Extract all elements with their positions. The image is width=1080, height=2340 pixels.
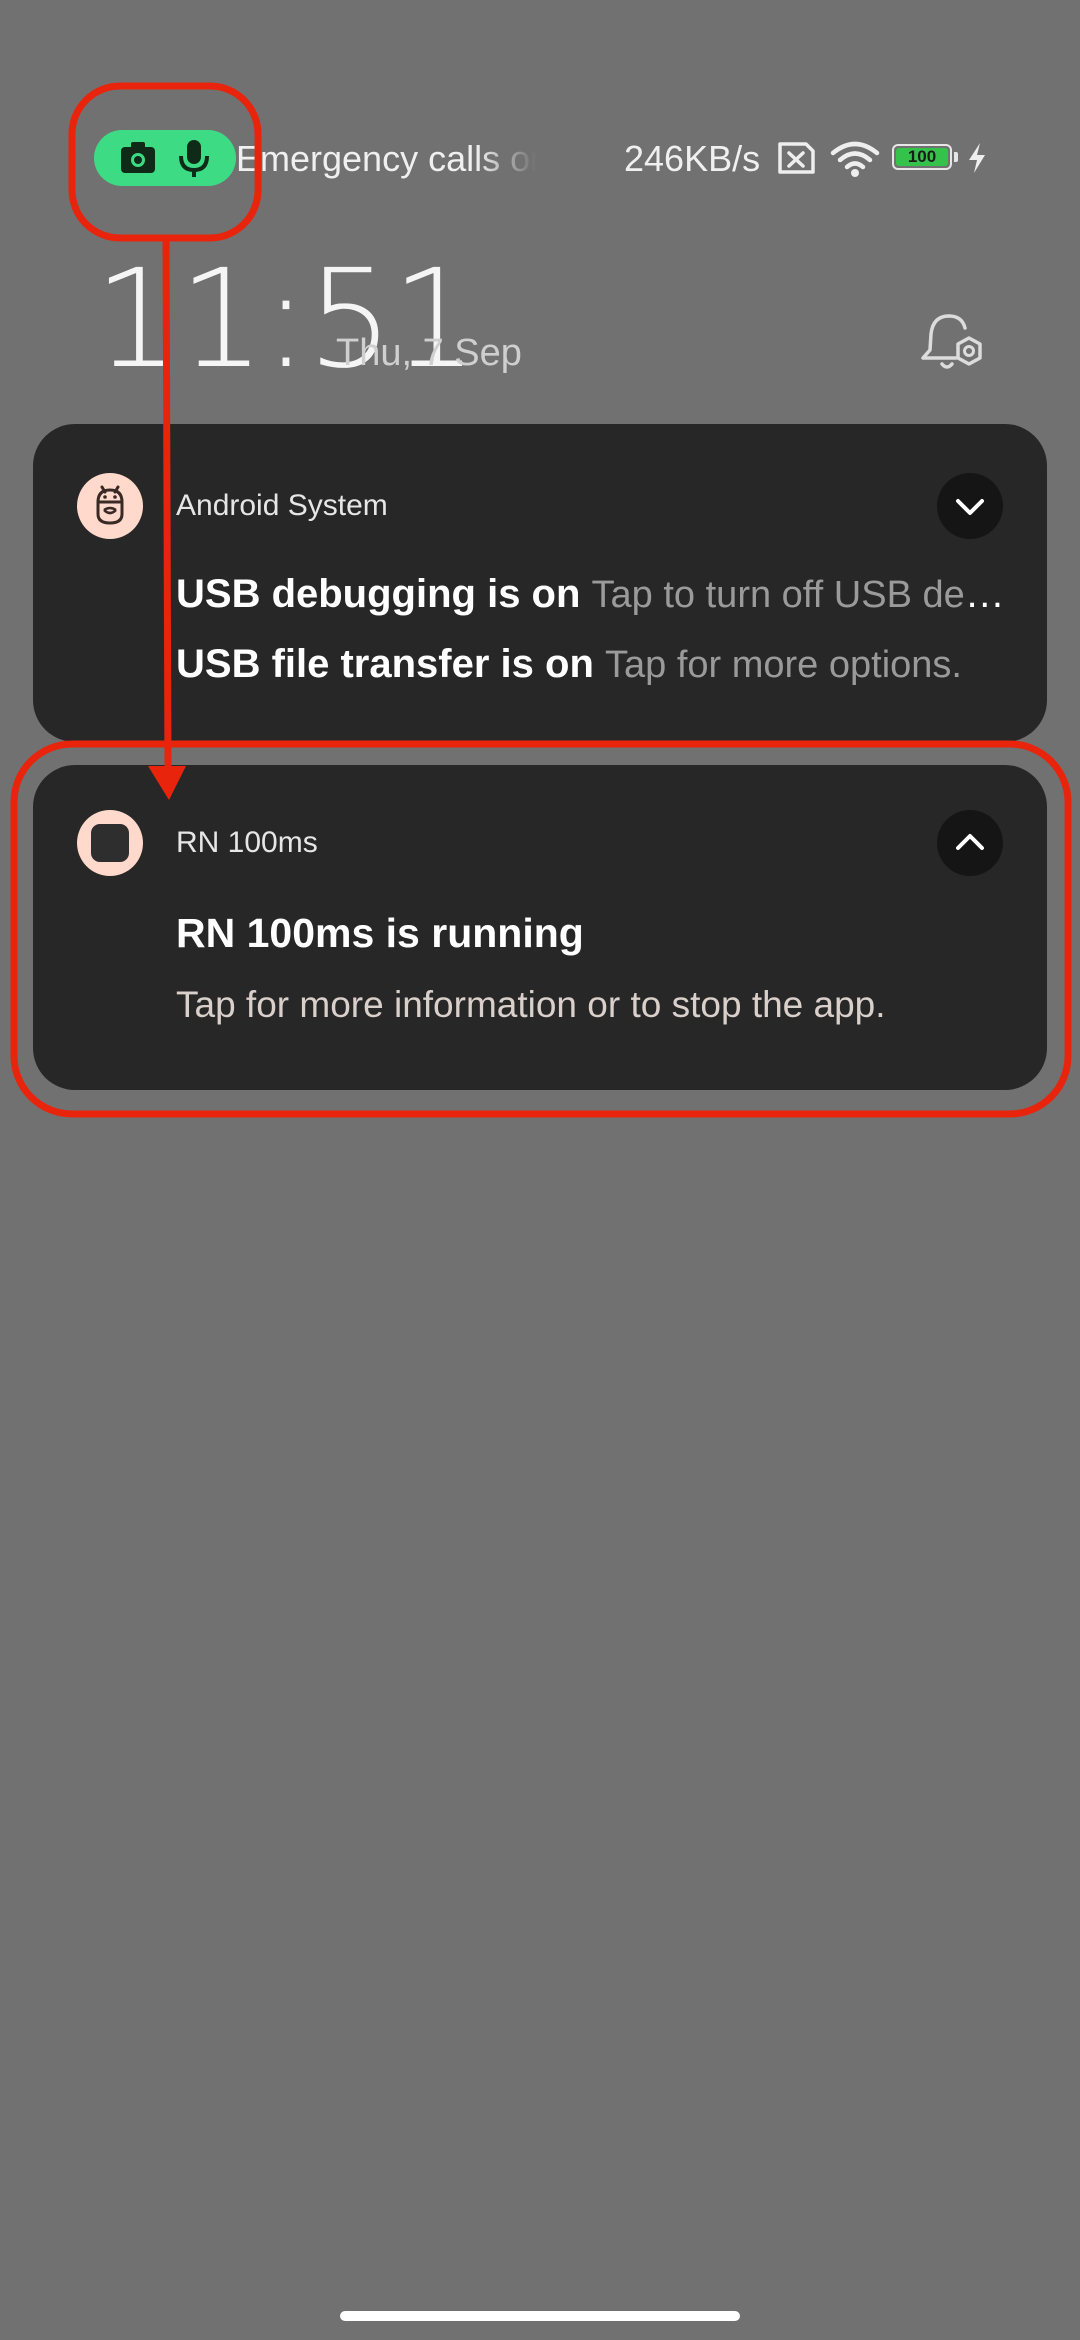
notification-app-name: Android System (176, 489, 388, 522)
notification-line[interactable]: USB file transfer is on Tap for more opt… (176, 636, 1022, 693)
chevron-down-icon (956, 499, 984, 515)
android-robot-icon (96, 485, 124, 525)
notification-text: Tap to turn off USB debugging. (591, 574, 1022, 616)
battery-icon: 100 (892, 144, 960, 174)
notification-app-name: RN 100ms (176, 826, 318, 859)
privacy-indicator-pill[interactable] (94, 130, 236, 186)
clock-date: Thu, 7 Sep (336, 332, 522, 374)
battery-level: 100 (896, 148, 948, 166)
wifi-icon (830, 141, 880, 177)
carrier-text: Emergency calls only (236, 138, 536, 179)
home-indicator[interactable] (340, 2311, 740, 2321)
status-bar: Emergency calls only 246KB/s 100 (0, 0, 1080, 200)
nosim-icon (778, 142, 815, 174)
charging-icon (969, 143, 985, 173)
notification-settings-icon[interactable] (918, 310, 988, 380)
camera-icon (121, 142, 155, 173)
notification-title: USB file transfer is on (176, 642, 594, 686)
expand-button[interactable] (937, 473, 1003, 539)
notification-line[interactable]: USB debugging is on Tap to turn off USB … (176, 566, 1022, 623)
network-speed: 246KB/s (624, 138, 761, 179)
notification-card-android-system[interactable]: Android System USB debugging is on Tap t… (33, 424, 1047, 742)
android-system-app-icon (77, 473, 143, 539)
collapse-button[interactable] (937, 810, 1003, 876)
notification-text: Tap for more information or to stop the … (176, 984, 886, 1025)
rn-100ms-app-icon (77, 810, 143, 876)
notification-title: USB debugging is on (176, 572, 581, 616)
notification-card-rn-100ms[interactable]: RN 100ms RN 100ms is running Tap for mor… (33, 765, 1047, 1090)
notification-title: RN 100ms is running (176, 910, 584, 956)
mic-icon (179, 140, 209, 177)
chevron-up-icon (956, 834, 984, 850)
app-square-icon (91, 824, 129, 862)
notification-text: Tap for more options. (605, 644, 962, 686)
